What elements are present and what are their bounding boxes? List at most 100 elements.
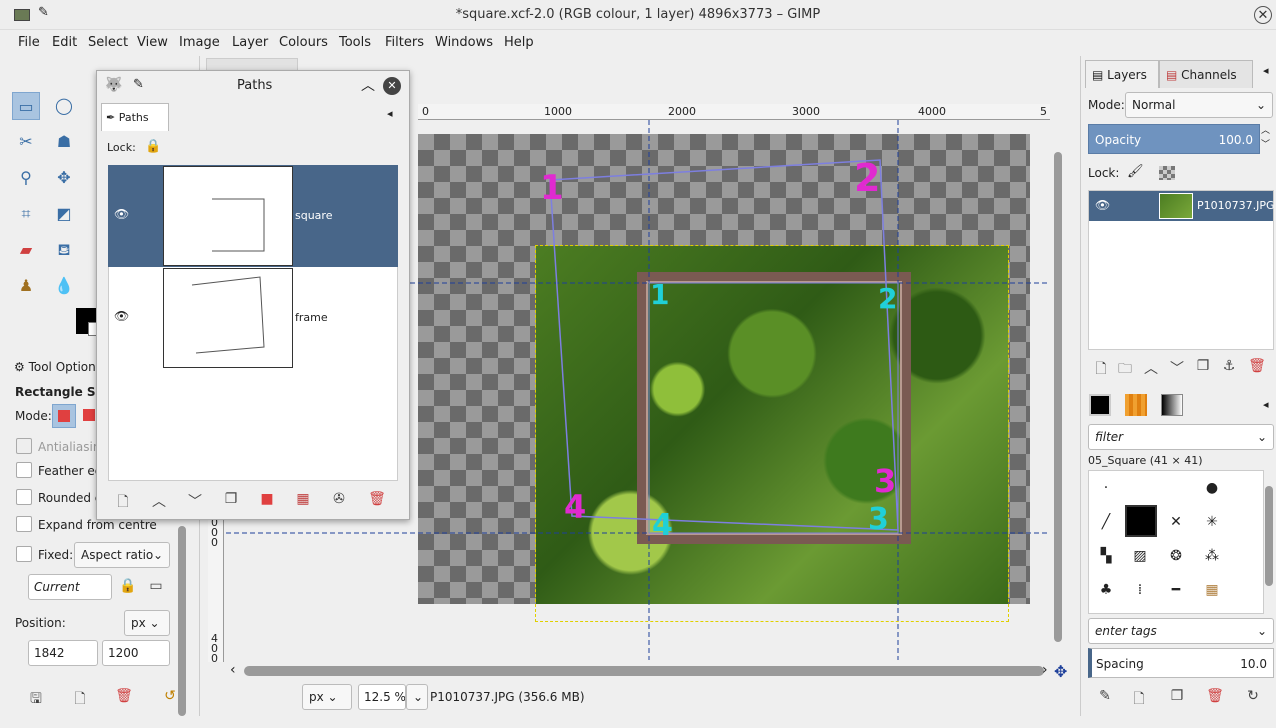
- lock-pixels-icon[interactable]: 🖌: [1127, 164, 1144, 179]
- tab-menu-icon[interactable]: ◂: [1263, 64, 1269, 77]
- brushes-tab[interactable]: [1089, 394, 1111, 416]
- handle-mark-label: 3: [868, 502, 889, 537]
- opacity-value: 100.0: [1218, 133, 1253, 147]
- duplicate-brush-icon[interactable]: ❐: [1167, 688, 1187, 704]
- delete-brush-icon[interactable]: 🗑: [1205, 688, 1225, 704]
- tab-layers[interactable]: ▤ Layers: [1085, 60, 1159, 88]
- lock-label: Lock:: [107, 141, 136, 154]
- path-name: frame: [295, 311, 328, 324]
- unit-select-value: px: [309, 690, 324, 704]
- scroll-left-icon[interactable]: ‹: [230, 662, 236, 678]
- zoom-dropdown[interactable]: ⌄: [406, 684, 428, 710]
- paths-tab-icon: ✒: [106, 111, 119, 124]
- tab-channels[interactable]: ▤ Channels: [1159, 60, 1253, 88]
- brush-texture-icon[interactable]: ▚: [1091, 541, 1121, 571]
- path-to-selection-icon[interactable]: ■: [257, 491, 277, 507]
- gradients-tab[interactable]: [1161, 394, 1183, 416]
- new-layer-icon[interactable]: 🗋: [1091, 358, 1111, 382]
- spacing-value: 10.0: [1240, 657, 1267, 671]
- handle-mark-label: 3: [874, 462, 897, 500]
- brush-filter-value: filter: [1095, 430, 1124, 444]
- delete-layer-icon[interactable]: 🗑: [1247, 358, 1267, 374]
- brush-sponge-icon[interactable]: ❂: [1161, 541, 1191, 571]
- layers-tab-icon: ▤: [1092, 68, 1108, 82]
- eye-icon[interactable]: 👁: [114, 309, 129, 323]
- handle-mark-label: 4: [564, 488, 587, 526]
- brush-fuzzy-icon[interactable]: ●: [1197, 473, 1227, 503]
- collapse-icon[interactable]: ︿: [361, 75, 375, 95]
- tab-menu-icon[interactable]: ◂: [387, 107, 393, 120]
- horizontal-scrollbar[interactable]: [244, 666, 1044, 676]
- new-layer-group-icon[interactable]: 🗀: [1115, 358, 1135, 382]
- brush-pattern-icon[interactable]: ▦: [1197, 575, 1227, 605]
- brush-splatter-icon[interactable]: ⁂: [1197, 541, 1227, 571]
- vertical-scrollbar[interactable]: [1052, 118, 1064, 648]
- brush-star-icon[interactable]: ✳: [1197, 507, 1227, 537]
- raise-layer-icon[interactable]: ︿: [1141, 358, 1161, 378]
- chevron-down-icon: ⌄: [1256, 624, 1267, 638]
- square-path: [648, 282, 899, 534]
- vertical-scrollbar-thumb[interactable]: [1054, 152, 1062, 642]
- path-item-frame[interactable]: 👁 frame: [108, 267, 398, 369]
- lower-path-icon[interactable]: ﹀: [185, 491, 205, 511]
- spacing-slider[interactable]: Spacing 10.0: [1088, 648, 1274, 678]
- status-info: P1010737.JPG (356.6 MB): [430, 690, 585, 704]
- tab-paths[interactable]: ✒ Paths: [101, 103, 169, 131]
- path-item-square[interactable]: 👁 square: [108, 165, 398, 267]
- navigate-icon[interactable]: ✥: [1054, 662, 1067, 681]
- handle-mark-label: 2: [854, 156, 881, 200]
- layer-thumbnail: [1159, 193, 1193, 219]
- edit-brush-icon[interactable]: ✎: [1095, 688, 1115, 704]
- chevron-down-icon: ⌄: [413, 690, 424, 704]
- brush-pencil-icon[interactable]: ╱: [1091, 507, 1121, 537]
- status-bar: px ⌄ 12.5 % ⌄ P1010737.JPG (356.6 MB): [204, 684, 1074, 714]
- lock-icon[interactable]: 🔒: [145, 139, 161, 154]
- channels-tab-label: Channels: [1181, 68, 1237, 82]
- pin-icon[interactable]: ✎: [133, 77, 144, 92]
- raise-path-icon[interactable]: ︿: [149, 491, 169, 511]
- tab-menu-icon[interactable]: ◂: [1263, 398, 1269, 411]
- brush-line-icon[interactable]: ━: [1161, 575, 1191, 605]
- spacing-label: Spacing: [1096, 657, 1144, 671]
- scroll-right-icon[interactable]: ›: [1042, 662, 1048, 678]
- anchor-layer-icon[interactable]: ⚓: [1219, 358, 1239, 374]
- paths-dialog[interactable]: 🐺 ✎ Paths ︿ ✕ ✒ Paths ◂ Lock: 🔒 👁 square…: [96, 70, 410, 520]
- frame-thumb-path: [191, 276, 265, 354]
- gimp-window: ✎ *square.xcf-2.0 (RGB colour, 1 layer) …: [0, 0, 1276, 728]
- brush-tags-select[interactable]: enter tags ⌄: [1088, 618, 1274, 644]
- duplicate-path-icon[interactable]: ❐: [221, 491, 241, 507]
- refresh-brushes-icon[interactable]: ↻: [1243, 688, 1263, 704]
- brush-grid[interactable]: · ● ╱ ✕ ✳ ▚ ▨ ❂ ⁂ ♣ ⁞ ━ ▦: [1088, 470, 1264, 614]
- opacity-slider[interactable]: Opacity 100.0: [1088, 124, 1260, 154]
- chevron-down-icon: ⌄: [1255, 98, 1266, 112]
- selection-to-path-icon[interactable]: ▦: [293, 491, 313, 507]
- unit-select[interactable]: px ⌄: [302, 684, 352, 710]
- brush-square-icon[interactable]: [1125, 505, 1157, 537]
- handle-mark-label: 2: [878, 282, 898, 315]
- brush-cross-icon[interactable]: ✕: [1161, 507, 1191, 537]
- layer-mode-select[interactable]: Normal ⌄: [1125, 92, 1273, 118]
- lock-alpha-icon[interactable]: [1159, 166, 1175, 180]
- brush-scrollbar[interactable]: [1265, 486, 1273, 586]
- duplicate-layer-icon[interactable]: ❐: [1193, 358, 1213, 374]
- brush-filter-select[interactable]: filter ⌄: [1088, 424, 1274, 450]
- opacity-spin[interactable]: ︿ ﹀: [1261, 124, 1273, 154]
- new-brush-icon[interactable]: 🗋: [1129, 688, 1149, 712]
- zoom-input[interactable]: 12.5 %: [358, 684, 406, 710]
- layers-tab-label: Layers: [1107, 68, 1147, 82]
- brush-hardness-icon[interactable]: ·: [1091, 473, 1121, 503]
- brush-stripes-icon[interactable]: ▨: [1125, 541, 1155, 571]
- delete-path-icon[interactable]: 🗑: [367, 491, 387, 507]
- patterns-tab[interactable]: [1125, 394, 1147, 416]
- handle-mark-label: 4: [652, 508, 673, 543]
- new-path-icon[interactable]: 🗋: [113, 491, 133, 515]
- layer-item[interactable]: 👁 P1010737.JPG: [1089, 191, 1275, 221]
- channels-tab-icon: ▤: [1166, 68, 1182, 82]
- eye-icon[interactable]: 👁: [114, 207, 129, 221]
- close-dialog-button[interactable]: ✕: [383, 77, 401, 95]
- brush-dots-icon[interactable]: ⁞: [1125, 575, 1155, 605]
- stroke-path-icon[interactable]: ✇: [329, 491, 349, 507]
- eye-icon[interactable]: 👁: [1095, 198, 1110, 212]
- lower-layer-icon[interactable]: ﹀: [1167, 358, 1187, 378]
- brush-tree-icon[interactable]: ♣: [1091, 575, 1121, 605]
